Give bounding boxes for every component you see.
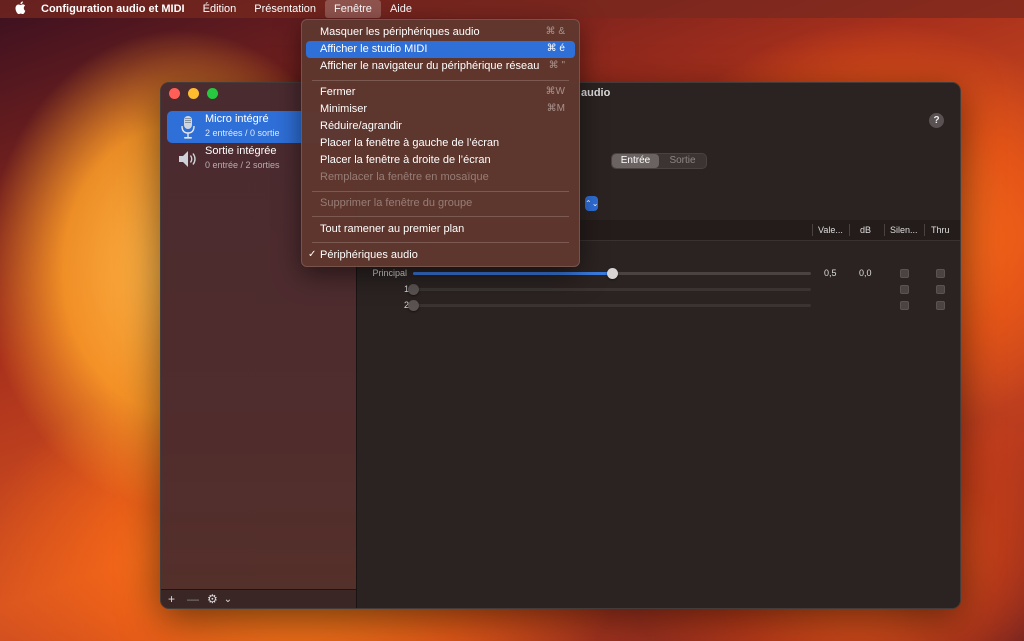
column-thru: Thru (931, 225, 950, 235)
menu-bar: Configuration audio et MIDI Édition Prés… (0, 0, 1024, 18)
volume-track (413, 304, 811, 307)
close-window-button[interactable] (169, 88, 180, 99)
fenetre-dropdown-menu: Masquer les périphériques audio ⌘ & Affic… (301, 19, 580, 267)
device-name: Micro intégré (205, 113, 269, 125)
format-popup-stepper[interactable]: ⌃⌄ (585, 196, 598, 211)
menu-item-navigateur-reseau[interactable]: Afficher le navigateur du périphérique r… (306, 58, 575, 75)
io-segmented-control: Entrée Sortie (611, 153, 707, 169)
apple-logo-icon[interactable] (0, 1, 40, 17)
device-name: Sortie intégrée (205, 145, 277, 157)
channel-label: 1 (403, 284, 409, 294)
column-silence: Silen... (890, 225, 918, 235)
menu-item-reduire-agrandir[interactable]: Réduire/agrandir (306, 118, 575, 135)
value-readout: 0,5 (824, 268, 837, 278)
device-io-summary: 2 entrées / 0 sortie (205, 128, 280, 138)
volume-slider-knob[interactable] (408, 300, 419, 311)
channel-label: 2 (403, 300, 409, 310)
speaker-icon (175, 146, 201, 172)
add-device-button[interactable]: + (168, 592, 175, 606)
volume-track (413, 288, 811, 291)
menu-fenetre[interactable]: Fenêtre (325, 0, 381, 18)
menu-item-afficher-studio-midi[interactable]: Afficher le studio MIDI ⌘ é (306, 41, 575, 58)
window-controls (169, 88, 218, 99)
window-title: audio (581, 87, 611, 99)
help-button[interactable]: ? (929, 113, 944, 128)
menu-edition[interactable]: Édition (194, 0, 246, 18)
menu-item-placer-droite[interactable]: Placer la fenêtre à droite de l’écran (306, 152, 575, 169)
thru-checkbox[interactable] (936, 269, 945, 278)
column-db: dB (860, 225, 872, 235)
minimize-window-button[interactable] (188, 88, 199, 99)
checkmark-icon: ✓ (308, 249, 317, 260)
sidebar-footer: + — ⚙ ⌄ (161, 589, 356, 608)
menu-item-fermer[interactable]: Fermer ⌘W (306, 84, 575, 101)
thru-checkbox[interactable] (936, 285, 945, 294)
volume-slider-knob[interactable] (607, 268, 618, 279)
menu-item-tout-ramener[interactable]: Tout ramener au premier plan (306, 221, 575, 238)
menu-item-peripheriques-audio[interactable]: ✓ Périphériques audio (306, 247, 575, 264)
column-valeur: Vale... (818, 225, 843, 235)
menu-presentation[interactable]: Présentation (245, 0, 325, 18)
thru-checkbox[interactable] (936, 301, 945, 310)
zoom-window-button[interactable] (207, 88, 218, 99)
gear-icon[interactable]: ⚙ (207, 592, 218, 606)
chevron-down-icon[interactable]: ⌄ (224, 594, 232, 605)
device-io-summary: 0 entrée / 2 sorties (205, 160, 280, 170)
volume-slider-knob[interactable] (408, 284, 419, 295)
menu-aide[interactable]: Aide (381, 0, 421, 18)
volume-fill (413, 272, 612, 275)
menu-item-minimiser[interactable]: Minimiser ⌘M (306, 101, 575, 118)
menu-item-masquer-peripheriques[interactable]: Masquer les périphériques audio ⌘ & (306, 24, 575, 41)
mute-checkbox[interactable] (900, 301, 909, 310)
channel-label: Principal (372, 268, 407, 278)
app-menu[interactable]: Configuration audio et MIDI (40, 0, 194, 18)
tab-sortie[interactable]: Sortie (659, 154, 706, 168)
menu-item-placer-gauche[interactable]: Placer la fenêtre à gauche de l’écran (306, 135, 575, 152)
tab-entree[interactable]: Entrée (612, 154, 659, 168)
menu-item-supprimer-groupe: Supprimer la fenêtre du groupe (320, 197, 473, 209)
mute-checkbox[interactable] (900, 285, 909, 294)
microphone-icon (175, 114, 201, 140)
remove-device-button[interactable]: — (187, 592, 199, 606)
db-readout: 0,0 (859, 268, 872, 278)
mute-checkbox[interactable] (900, 269, 909, 278)
menu-item-mosaique: Remplacer la fenêtre en mosaïque (320, 171, 489, 183)
